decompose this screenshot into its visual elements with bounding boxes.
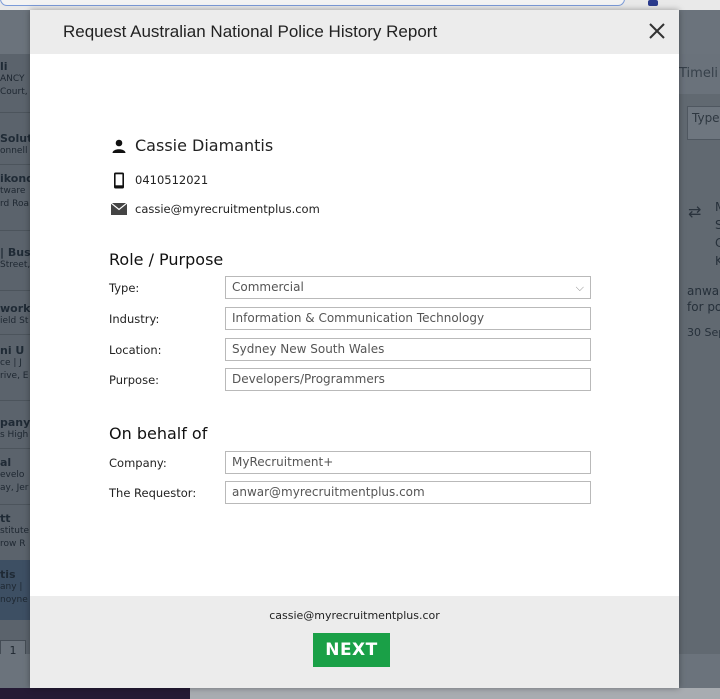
background-input: Type xyxy=(687,106,720,140)
company-label: Company: xyxy=(109,456,167,470)
list-item: work | ield St xyxy=(0,302,30,326)
location-label: Location: xyxy=(109,343,162,357)
on-behalf-heading: On behalf of xyxy=(109,424,208,443)
industry-field[interactable]: Information & Communication Technology xyxy=(225,307,591,330)
list-item: ikond tware rd Roa xyxy=(0,172,30,209)
candidate-phone: 0410512021 xyxy=(135,173,209,187)
requestor-label: The Requestor: xyxy=(109,486,197,500)
modal-footer: cassie@myrecruitmentplus.cor NEXT xyxy=(30,596,679,688)
page-number: 1 xyxy=(0,640,26,654)
list-item: al evelo ay, Jer xyxy=(0,456,29,493)
next-button[interactable]: NEXT xyxy=(313,633,390,667)
swap-icon: ⇄ xyxy=(688,202,702,221)
taskbar xyxy=(0,688,720,699)
close-button[interactable] xyxy=(646,20,668,42)
list-item: li ANCY Court, xyxy=(0,60,28,97)
footer-email: cassie@myrecruitmentplus.cor xyxy=(269,609,440,622)
candidate-phone-row: 0410512021 xyxy=(110,171,208,189)
police-check-modal: Request Australian National Police Histo… xyxy=(30,10,679,688)
list-item: | Bus Street, xyxy=(0,246,30,270)
type-select[interactable]: Commercial ⌵ xyxy=(225,276,591,299)
candidate-name: Cassie Diamantis xyxy=(135,136,274,155)
envelope-icon xyxy=(110,200,128,218)
purpose-label: Purpose: xyxy=(109,373,160,387)
requestor-field[interactable]: anwar@myrecruitmentplus.com xyxy=(225,481,591,504)
location-field[interactable]: Sydney New South Wales xyxy=(225,338,591,361)
browser-bar xyxy=(0,0,720,10)
list-item: ni U ce | J rive, E xyxy=(0,344,29,381)
company-field[interactable]: MyRecruitment+ xyxy=(225,451,591,474)
list-item-selected: tis any | noyne xyxy=(0,560,30,620)
close-icon xyxy=(649,23,665,39)
modal-header: Request Australian National Police Histo… xyxy=(30,10,679,54)
candidate-email: cassie@myrecruitmentplus.com xyxy=(135,202,320,216)
chevron-down-icon: ⌵ xyxy=(575,281,584,294)
list-item: pany | s High xyxy=(0,416,30,440)
mobile-phone-icon xyxy=(110,171,128,189)
purpose-field[interactable]: Developers/Programmers xyxy=(225,368,591,391)
background-candidate-list: li ANCY Court, Solut onnell ikond tware … xyxy=(0,54,30,654)
candidate-email-row: cassie@myrecruitmentplus.com xyxy=(110,200,320,218)
industry-label: Industry: xyxy=(109,312,160,326)
extension-icon xyxy=(648,0,658,6)
type-label: Type: xyxy=(109,281,140,295)
list-item: Solut onnell xyxy=(0,132,30,156)
person-icon xyxy=(110,137,128,155)
list-item: tt stitute row R xyxy=(0,512,30,549)
candidate-name-row: Cassie Diamantis xyxy=(110,136,273,155)
role-purpose-heading: Role / Purpose xyxy=(109,250,224,269)
modal-title: Request Australian National Police Histo… xyxy=(63,22,438,41)
background-detail-panel: Timeli Type ⇄ M S C K anwa for po 30 Sep… xyxy=(679,54,720,654)
address-bar xyxy=(0,0,625,6)
tab-timeline: Timeli xyxy=(679,66,719,81)
